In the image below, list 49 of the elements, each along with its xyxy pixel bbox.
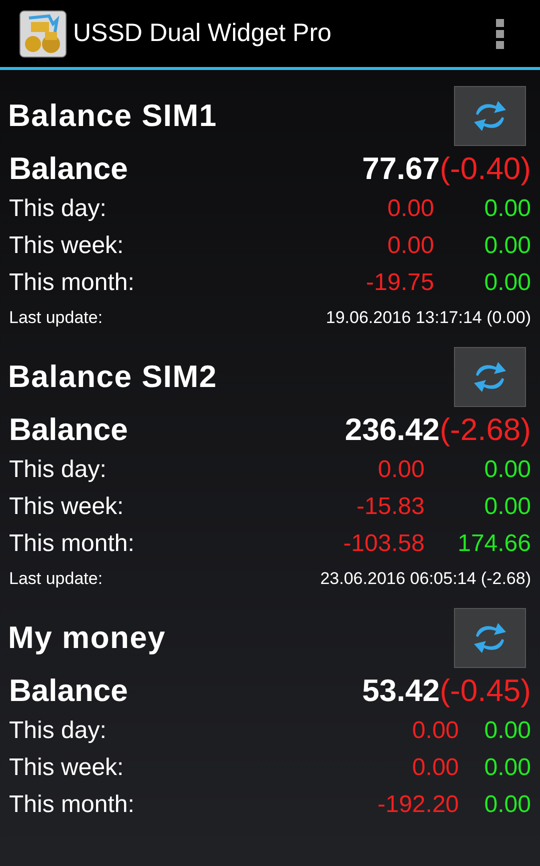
last-update-value: 19.06.2016 13:17:14 (0.00): [326, 307, 531, 329]
period-label: This week:: [9, 492, 125, 522]
received-amount: 0.00: [483, 268, 531, 298]
received-amount: 0.00: [483, 194, 531, 224]
refresh-button[interactable]: [454, 347, 526, 407]
spent-amount: 0.00: [411, 716, 459, 746]
period-label: This month:: [9, 529, 136, 559]
received-amount: 0.00: [483, 790, 531, 820]
last-update-value: 23.06.2016 06:05:14 (-2.68): [320, 568, 531, 590]
spent-amount: 0.00: [411, 753, 459, 783]
balance-label: Balance: [9, 150, 129, 188]
spent-amount: -192.20: [376, 790, 459, 820]
spent-amount: 0.00: [386, 194, 434, 224]
app-title: USSD Dual Widget Pro: [73, 18, 332, 49]
overflow-menu-icon: [496, 18, 504, 48]
period-label: This week:: [9, 753, 125, 783]
balance-value: 77.67: [362, 150, 440, 188]
balance-value: 236.42: [344, 411, 440, 449]
balance-change: (-2.68): [440, 411, 531, 449]
app-icon: [19, 10, 67, 58]
period-label: This day:: [9, 716, 108, 746]
period-label: This day:: [9, 194, 108, 224]
spent-amount: -19.75: [365, 268, 434, 298]
balance-change: (-0.40): [440, 150, 531, 188]
balance-change: (-0.45): [440, 672, 531, 710]
received-amount: 0.00: [483, 455, 531, 485]
balance-label: Balance: [9, 411, 129, 449]
refresh-button[interactable]: [454, 86, 526, 146]
received-amount: 0.00: [483, 492, 531, 522]
received-amount: 174.66: [456, 529, 531, 559]
spent-amount: 0.00: [386, 231, 434, 261]
period-label: This month:: [9, 790, 136, 820]
received-amount: 0.00: [483, 716, 531, 746]
section-title: Balance SIM2: [8, 358, 218, 396]
period-label: This month:: [9, 268, 136, 298]
period-label: This day:: [9, 455, 108, 485]
spent-amount: 0.00: [376, 455, 425, 485]
last-update-label: Last update:: [9, 568, 104, 590]
last-update-label: Last update:: [9, 307, 104, 329]
received-amount: 0.00: [483, 231, 531, 261]
period-label: This week:: [9, 231, 125, 261]
section-title: My money: [8, 618, 166, 657]
spent-amount: -15.83: [356, 492, 425, 522]
balance-value: 53.42: [362, 672, 440, 710]
balance-label: Balance: [9, 672, 129, 710]
refresh-button[interactable]: [454, 608, 526, 668]
spent-amount: -103.58: [342, 529, 425, 559]
received-amount: 0.00: [483, 753, 531, 783]
section-title: Balance SIM1: [8, 96, 218, 135]
